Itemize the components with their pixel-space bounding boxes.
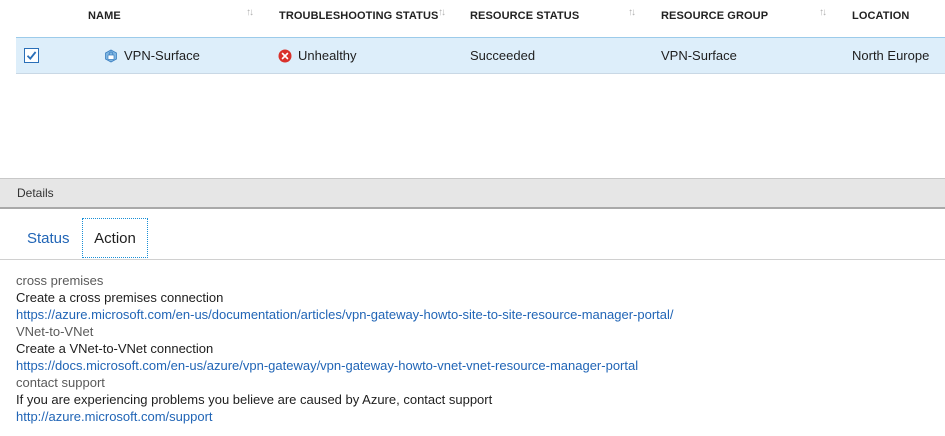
action-heading: contact support bbox=[16, 375, 105, 390]
action-list: cross premises Create a cross premises c… bbox=[16, 272, 936, 425]
column-header-name[interactable]: NAME bbox=[88, 0, 121, 36]
action-description: Create a VNet-to-VNet connection bbox=[16, 341, 214, 356]
details-section-header: Details bbox=[0, 178, 945, 209]
tab-status[interactable]: Status bbox=[27, 218, 70, 258]
table-row[interactable]: VPN-Surface Unhealthy Succeeded VPN-Surf… bbox=[16, 37, 945, 74]
list-item: cross premises Create a cross premises c… bbox=[16, 272, 936, 323]
action-description: If you are experiencing problems you bel… bbox=[16, 392, 493, 407]
column-header-troubleshooting-status[interactable]: TROUBLESHOOTING STATUS bbox=[279, 0, 438, 36]
row-location: North Europe bbox=[852, 48, 930, 63]
resource-table: NAME ↑↓ TROUBLESHOOTING STATUS ↑↓ RESOUR… bbox=[16, 0, 945, 74]
column-header-resource-status[interactable]: RESOURCE STATUS bbox=[470, 0, 579, 36]
row-resource-group: VPN-Surface bbox=[661, 48, 737, 63]
sort-resource-status-icon[interactable]: ↑↓ bbox=[628, 7, 636, 18]
action-heading: VNet-to-VNet bbox=[16, 324, 94, 339]
vpn-gateway-icon bbox=[105, 49, 117, 63]
tab-action[interactable]: Action bbox=[82, 218, 148, 258]
action-heading: cross premises bbox=[16, 273, 104, 288]
row-troubleshooting-status: Unhealthy bbox=[298, 48, 357, 63]
details-tabs: Status Action bbox=[0, 218, 945, 260]
row-name[interactable]: VPN-Surface bbox=[124, 38, 200, 74]
sort-resource-group-icon[interactable]: ↑↓ bbox=[819, 7, 827, 18]
column-header-resource-group[interactable]: RESOURCE GROUP bbox=[661, 0, 768, 36]
action-link[interactable]: https://docs.microsoft.com/en-us/azure/v… bbox=[16, 357, 936, 374]
action-description: Create a cross premises connection bbox=[16, 290, 224, 305]
action-link[interactable]: http://azure.microsoft.com/support bbox=[16, 408, 936, 425]
row-select-checkbox[interactable] bbox=[24, 48, 39, 63]
details-title: Details bbox=[17, 186, 54, 200]
list-item: contact support If you are experiencing … bbox=[16, 374, 936, 425]
checkmark-icon bbox=[26, 51, 37, 60]
action-link[interactable]: https://azure.microsoft.com/en-us/docume… bbox=[16, 306, 936, 323]
list-item: VNet-to-VNet Create a VNet-to-VNet conne… bbox=[16, 323, 936, 374]
sort-name-icon[interactable]: ↑↓ bbox=[246, 7, 254, 18]
table-header: NAME ↑↓ TROUBLESHOOTING STATUS ↑↓ RESOUR… bbox=[16, 0, 945, 36]
error-icon bbox=[278, 49, 292, 63]
column-header-location[interactable]: LOCATION bbox=[852, 0, 909, 36]
row-resource-status: Succeeded bbox=[470, 48, 536, 63]
sort-troubleshooting-status-icon[interactable]: ↑↓ bbox=[438, 7, 446, 18]
